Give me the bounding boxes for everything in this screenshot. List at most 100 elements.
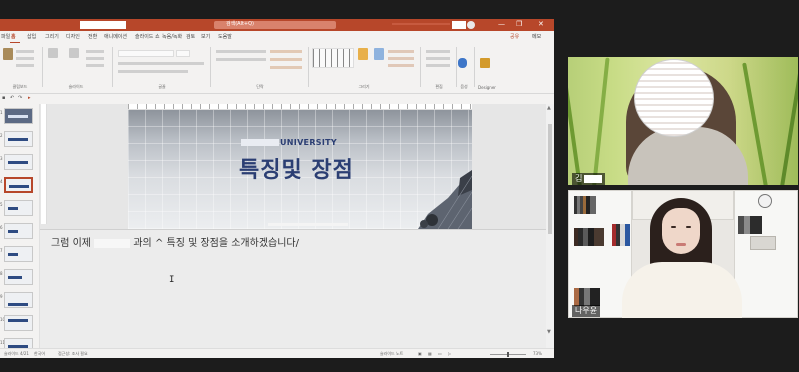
books [574,196,596,214]
align-buttons[interactable] [216,58,266,61]
replace-button[interactable] [426,57,450,60]
grass-blade [780,72,798,185]
tab-insert[interactable]: 삽입 [27,33,36,40]
slide-number: 7 [0,248,3,253]
shapes-gallery[interactable] [312,48,354,68]
tab-transitions[interactable]: 전환 [88,33,97,40]
find-button[interactable] [426,50,450,53]
language-indicator[interactable]: 한국어 [34,351,45,357]
active-tab-indicator [10,42,20,43]
notes-toggle-button[interactable]: 슬라이드 노트 [380,351,403,357]
tab-help[interactable]: 도움말 [218,33,232,40]
books [574,288,600,306]
text-cursor-icon: I [169,275,175,285]
slide-thumbnail[interactable] [4,315,33,331]
avatar[interactable] [467,21,475,29]
slide-sorter-icon[interactable]: ▦ [428,351,432,356]
list-buttons[interactable] [216,50,266,53]
slide-thumbnail[interactable] [4,154,33,170]
account-bar [392,23,450,25]
tab-record[interactable]: 녹음/녹화 [162,33,182,40]
font-style-buttons[interactable] [118,62,204,65]
font-size-select[interactable] [176,50,190,57]
smartart-button[interactable] [270,66,302,69]
wall-clock [758,194,772,208]
close-button[interactable]: ✕ [538,20,544,28]
start-slideshow-icon[interactable]: ▸ [28,95,31,101]
slide-thumbnail[interactable] [4,131,33,147]
thumbnail-content [8,161,28,164]
notes-redacted-word [94,238,131,248]
paste-icon[interactable] [3,48,13,60]
tab-file[interactable]: 파일 [1,33,10,40]
slide-thumbnail[interactable] [4,223,33,239]
presenter-mouth [676,243,686,246]
slide-thumbnail[interactable] [4,292,33,308]
zoom-level[interactable]: 73% [533,351,542,356]
slide-number: 6 [0,225,3,230]
voice-group: 음성 [456,46,472,89]
redo-icon[interactable]: ↷ [18,95,22,101]
tab-design[interactable]: 디자인 [66,33,80,40]
undo-icon[interactable]: ↶ [10,95,14,101]
restore-button[interactable]: ❐ [516,20,522,28]
tab-slideshow[interactable]: 슬라이드 쇼 [135,33,160,40]
books [612,224,630,246]
zoom-slider-handle[interactable] [507,352,509,357]
participant-video-1[interactable] [568,57,798,185]
slide-thumbnail-selected[interactable] [4,177,33,193]
slide-thumbnail[interactable] [4,246,33,262]
scrollbar-thumb[interactable] [548,124,552,234]
slideshow-view-icon[interactable]: ▷ [448,351,451,356]
divider [308,47,309,87]
copy-button[interactable] [16,57,34,60]
tab-review[interactable]: 검토 [186,33,195,40]
quick-styles-icon[interactable] [374,48,384,60]
format-painter-button[interactable] [16,64,34,67]
divider [420,47,421,87]
normal-view-icon[interactable]: ▣ [418,351,422,356]
slides-group: 슬라이드 [44,46,108,89]
participant-name-redacted [584,174,603,183]
participant-video-2[interactable] [568,190,798,318]
share-button[interactable]: 공유 [510,33,519,40]
reuse-slide-icon[interactable] [69,48,79,58]
minimize-button[interactable]: — [498,20,505,28]
slide-thumbnail[interactable] [4,269,33,285]
slide-thumbnail[interactable] [4,108,33,124]
save-icon[interactable]: ▪ [2,95,5,101]
comments-button[interactable]: 메모 [532,33,541,40]
slide-number: 8 [0,271,3,276]
section-button[interactable] [86,64,104,67]
tab-animations[interactable]: 애니메이션 [104,33,127,40]
account-name-redacted[interactable] [452,21,466,29]
font-name-select[interactable] [118,50,174,57]
accessibility-status[interactable]: 접근성: 조사 필요 [58,351,88,357]
vertical-ruler [41,104,47,224]
cut-button[interactable] [16,50,34,53]
shape-outline-button[interactable] [388,57,414,60]
reading-view-icon[interactable]: ▭ [438,351,442,356]
slide-thumbnail[interactable] [4,200,33,216]
tab-draw[interactable]: 그리기 [45,33,59,40]
tab-home[interactable]: 홈 [11,33,16,40]
layout-button[interactable] [86,50,104,53]
font-color-buttons[interactable] [118,70,188,73]
speaker-notes-pane[interactable]: 그럼 이제 과의 ^ 특징 및 장점을 소개하겠습니다/ [40,229,546,348]
reset-button[interactable] [86,57,104,60]
current-slide[interactable]: UNIVERSITY 특징및 장점 [128,110,472,229]
shape-fill-button[interactable] [388,50,414,53]
university-name-redacted [241,139,279,146]
vertical-scrollbar[interactable]: ▲ ▼ [546,104,554,348]
arrange-icon[interactable] [358,48,368,60]
select-button[interactable] [426,64,450,67]
shape-effects-button[interactable] [388,64,414,67]
text-direction-button[interactable] [270,50,302,53]
scroll-down-icon[interactable]: ▼ [547,329,551,335]
scroll-up-icon[interactable]: ▲ [547,105,551,111]
new-slide-icon[interactable] [48,48,58,58]
slide-thumbnail-pane: 1 2 3 4 5 6 7 8 9 10 11 [0,104,40,354]
presenter-eye [686,226,691,228]
tab-view[interactable]: 보기 [201,33,210,40]
align-text-button[interactable] [270,58,302,61]
